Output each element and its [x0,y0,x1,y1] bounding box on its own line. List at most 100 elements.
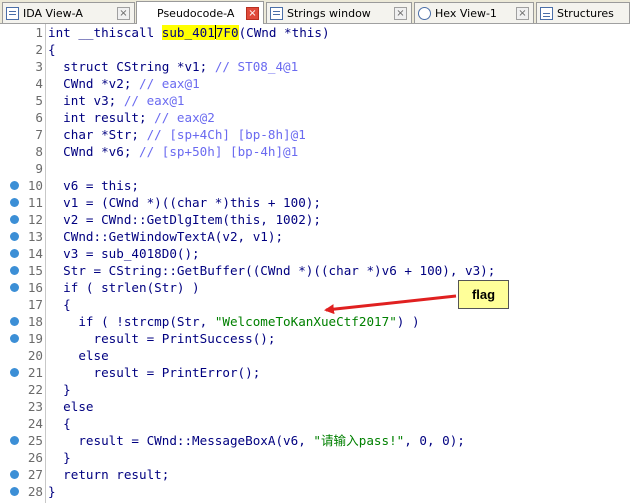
code-text: struct CString *v1; // ST08_4@1 [48,58,298,75]
code-text: } [48,483,56,500]
code-line[interactable]: 12 v2 = CWnd::GetDlgItem(this, 1002); [0,211,630,228]
code-line[interactable]: 9 [0,160,630,177]
line-number: 7 [35,127,43,142]
code-line[interactable]: 4 CWnd *v2; // eax@1 [0,75,630,92]
code-line[interactable]: 20 else [0,347,630,364]
breakpoint-dot-icon[interactable] [10,470,19,479]
code-line[interactable]: 28} [0,483,630,500]
code-token: v3 = sub_4018D0(); [48,246,200,261]
code-comment: // eax@1 [139,76,200,91]
tab-label: Hex View-1 [435,6,497,20]
code-text: } [48,449,71,466]
line-number: 24 [27,416,43,431]
code-text: CWnd::GetWindowTextA(v2, v1); [48,228,283,245]
code-line[interactable]: 27 return result; [0,466,630,483]
close-icon[interactable]: × [117,6,130,20]
tab-hex-view-1[interactable]: Hex View-1 × [414,2,534,23]
breakpoint-dot-icon[interactable] [10,215,19,224]
code-line[interactable]: 3 struct CString *v1; // ST08_4@1 [0,58,630,75]
code-line[interactable]: 25 result = CWnd::MessageBoxA(v6, "请输入pa… [0,432,630,449]
line-number: 20 [27,348,43,363]
code-text: v6 = this; [48,177,139,194]
breakpoint-dot-icon[interactable] [10,181,19,190]
breakpoint-dot-icon[interactable] [10,436,19,445]
code-line[interactable]: 8 CWnd *v6; // [sp+50h] [bp-4h]@1 [0,143,630,160]
line-number: 1 [35,25,43,40]
line-number: 12 [27,212,43,227]
line-number: 3 [35,59,43,74]
code-line[interactable]: 6 int result; // eax@2 [0,109,630,126]
breakpoint-dot-icon[interactable] [10,487,19,496]
code-line[interactable]: 14 v3 = sub_4018D0(); [0,245,630,262]
breakpoint-dot-icon[interactable] [10,232,19,241]
tab-ida-view-a[interactable]: IDA View-A × [2,2,135,23]
code-line[interactable]: 21 result = PrintError(); [0,364,630,381]
code-token: if ( strlen(Str) ) [48,280,200,295]
code-token: v6 = this; [48,178,139,193]
code-token: struct CString *v1; [48,59,215,74]
breakpoint-dot-icon[interactable] [10,266,19,275]
code-line[interactable]: 18 if ( !strcmp(Str, "WelcomeToKanXueCtf… [0,313,630,330]
code-token: else [48,399,94,414]
code-text: if ( !strcmp(Str, "WelcomeToKanXueCtf201… [48,313,419,330]
code-text: } [48,381,71,398]
code-line[interactable]: 22 } [0,381,630,398]
code-line[interactable]: 13 CWnd::GetWindowTextA(v2, v1); [0,228,630,245]
tab-label: Strings window [287,6,371,20]
code-line[interactable]: 7 char *Str; // [sp+4Ch] [bp-8h]@1 [0,126,630,143]
code-text: CWnd *v2; // eax@1 [48,75,200,92]
code-token: CWnd::GetWindowTextA(v2, v1); [48,229,284,244]
breakpoint-dot-icon[interactable] [10,249,19,258]
close-icon[interactable]: × [516,6,529,20]
code-text: else [48,398,94,415]
code-comment: // eax@1 [123,93,185,108]
close-icon[interactable]: × [246,6,259,20]
code-line[interactable]: 15 Str = CString::GetBuffer((CWnd *)((ch… [0,262,630,279]
highlighted-identifier: 7F0 [215,25,239,40]
code-line[interactable]: 10 v6 = this; [0,177,630,194]
breakpoint-dot-icon[interactable] [10,368,19,377]
line-number: 17 [27,297,43,312]
code-line[interactable]: 2{ [0,41,630,58]
code-line[interactable]: 23 else [0,398,630,415]
tab-strings-window[interactable]: Strings window × [266,2,412,23]
code-line[interactable]: 5 int v3; // eax@1 [0,92,630,109]
line-number: 4 [35,76,43,91]
line-number: 19 [27,331,43,346]
code-token: int v3; [48,93,124,108]
code-line[interactable]: 11 v1 = (CWnd *)((char *)this + 100); [0,194,630,211]
tab-structures[interactable]: Structures [536,2,630,23]
line-number: 18 [27,314,43,329]
strings-icon [270,6,283,20]
code-token: v2 = CWnd::GetDlgItem(this, 1002); [48,212,321,227]
tab-label: Pseudocode-A [157,6,235,20]
line-number: 26 [27,450,43,465]
pseudocode-view[interactable]: 1 int __thiscall sub_4017F0(CWnd *this) 2{… [0,24,630,503]
structures-icon [540,6,553,20]
breakpoint-dot-icon[interactable] [10,334,19,343]
code-token: } [48,450,71,465]
line-number: 6 [35,110,43,125]
code-token: char *Str; [48,127,147,142]
code-line[interactable]: 16 if ( strlen(Str) ) [0,279,630,296]
tab-pseudocode-a[interactable]: Pseudocode-A × [136,1,264,24]
line-number: 15 [27,263,43,278]
code-line[interactable]: 17 { [0,296,630,313]
code-text: result = PrintSuccess(); [48,330,275,347]
code-text: CWnd *v6; // [sp+50h] [bp-4h]@1 [48,143,298,160]
tab-bar: IDA View-A × Pseudocode-A × Strings wind… [0,0,630,24]
close-icon[interactable]: × [394,6,407,20]
code-line[interactable]: 24 { [0,415,630,432]
code-text: return result; [48,466,169,483]
line-number: 2 [35,42,43,57]
line-number: 14 [27,246,43,261]
breakpoint-dot-icon[interactable] [10,198,19,207]
code-line[interactable]: 19 result = PrintSuccess(); [0,330,630,347]
code-line[interactable]: 26 } [0,449,630,466]
code-line[interactable]: 1 int __thiscall sub_4017F0(CWnd *this) [0,24,630,41]
breakpoint-dot-icon[interactable] [10,283,19,292]
breakpoint-dot-icon[interactable] [10,317,19,326]
code-token: return result; [48,467,170,482]
code-token: CWnd *v2; [48,76,139,91]
code-token: int __thiscall [48,25,162,40]
